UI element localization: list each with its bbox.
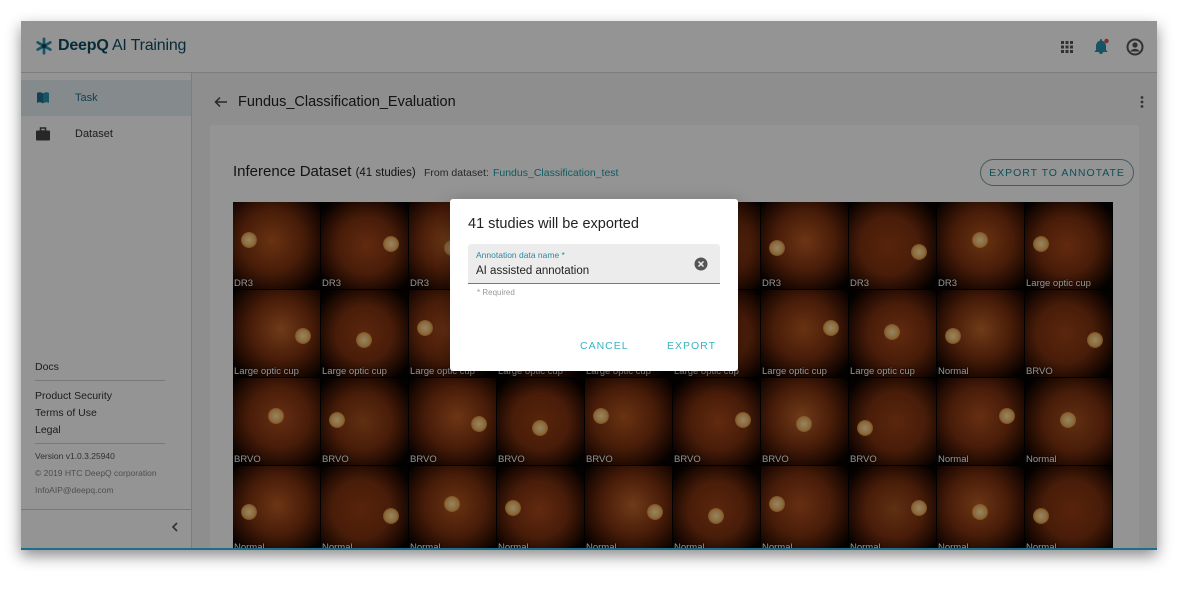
export-dialog: 41 studies will be exported Annotation d…	[450, 199, 738, 371]
app-window: DeepQ AI Training Task Dataset Docs Prod…	[21, 21, 1157, 550]
field-helper-text: * Required	[477, 288, 515, 297]
annotation-name-input[interactable]	[476, 263, 686, 279]
export-button[interactable]: EXPORT	[667, 340, 716, 352]
annotation-name-field[interactable]: Annotation data name *	[468, 244, 720, 284]
clear-icon[interactable]	[694, 257, 708, 271]
dialog-title: 41 studies will be exported	[468, 216, 639, 232]
cancel-button[interactable]: CANCEL	[580, 340, 629, 352]
field-label: Annotation data name *	[476, 250, 565, 260]
